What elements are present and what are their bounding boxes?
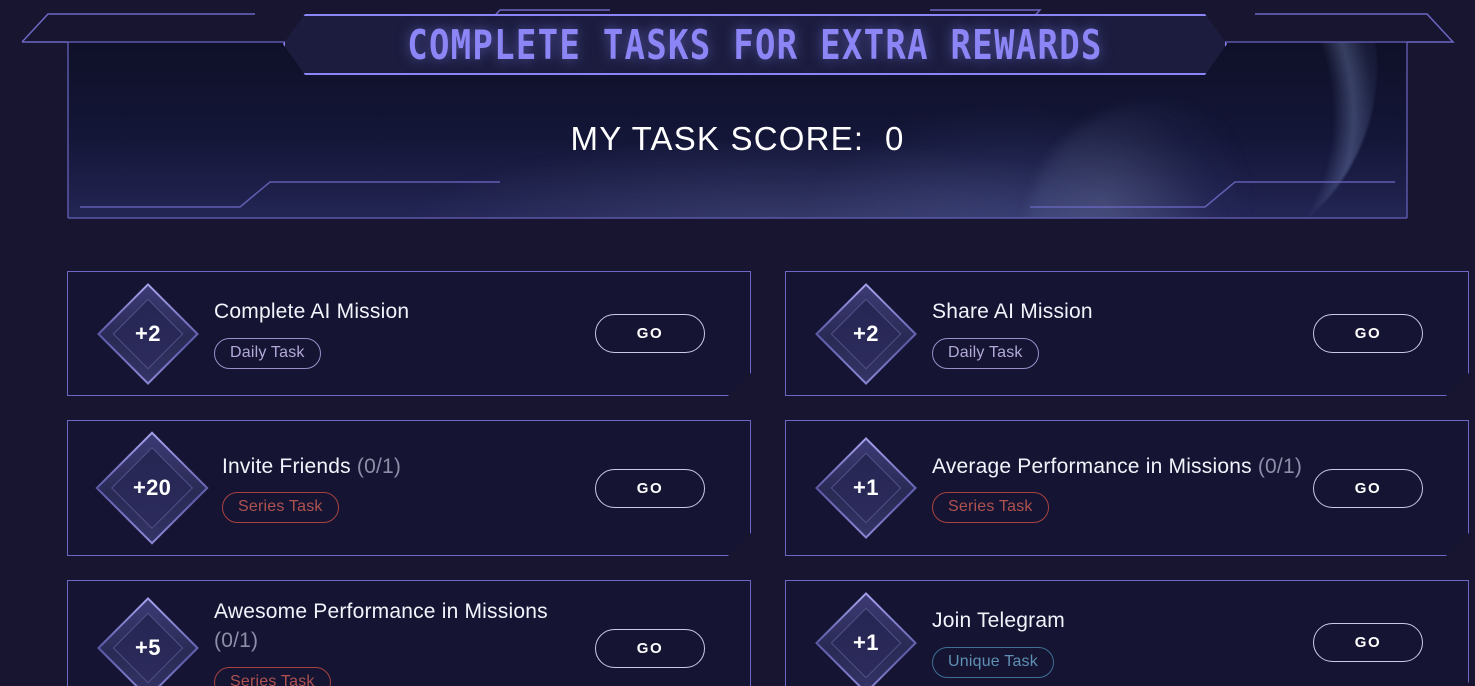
reward-diamond-badge: +2 [815,283,917,385]
go-button[interactable]: GO [1313,314,1423,353]
task-card-body: Complete AI Mission Daily Task [202,298,595,369]
task-type-badge: Unique Task [932,647,1054,678]
task-card[interactable]: +5 Awesome Performance in Missions (0/1) S… [67,580,751,686]
task-title: Invite Friends (0/1) [222,453,595,482]
task-card[interactable]: +2 Share AI Mission Daily Task GO [785,271,1469,396]
reward-value: +2 [135,320,161,346]
task-title-text: Complete AI Mission [214,300,410,324]
task-card[interactable]: +20 Invite Friends (0/1) Series Task GO [67,420,751,556]
banner-title-plate: COMPLETE TASKS FOR EXTRA REWARDS [283,14,1227,75]
task-type-badge: Series Task [932,492,1049,523]
task-rewards-page: COMPLETE TASKS FOR EXTRA REWARDS MY TASK… [0,0,1475,686]
task-title: Awesome Performance in Missions (0/1) [214,598,595,656]
task-card[interactable]: +2 Complete AI Mission Daily Task GO [67,271,751,396]
task-card-body: Share AI Mission Daily Task [920,298,1313,369]
go-button[interactable]: GO [595,314,705,353]
task-title-text: Invite Friends [222,454,351,478]
task-type-badge: Daily Task [932,338,1039,369]
task-card-body: Invite Friends (0/1) Series Task [210,453,595,524]
task-title-text: Average Performance in Missions [932,454,1252,478]
task-card[interactable]: +1 Join Telegram Unique Task GO [785,580,1469,686]
reward-value: +5 [135,635,161,660]
task-title: Average Performance in Missions (0/1) [932,453,1313,482]
task-title: Complete AI Mission [214,298,595,327]
task-progress-count: (0/1) [1257,454,1303,478]
go-button[interactable]: GO [595,629,705,668]
task-type-badge: Daily Task [214,338,321,369]
task-score-label: MY TASK SCORE: 0 [570,120,905,157]
task-type-badge: Series Task [214,667,331,686]
task-title: Join Telegram [932,607,1313,636]
reward-value: +1 [853,629,879,655]
task-title-text: Join Telegram [932,609,1065,633]
reward-value: +1 [853,475,879,500]
task-card[interactable]: +1 Average Performance in Missions (0/1) S… [785,420,1469,556]
page-title: COMPLETE TASKS FOR EXTRA REWARDS [407,20,1103,69]
task-card-body: Join Telegram Unique Task [920,607,1313,678]
reward-value: +20 [132,475,172,500]
reward-diamond-badge: +2 [97,283,199,385]
go-button[interactable]: GO [1313,623,1423,662]
task-card-grid: +2 Complete AI Mission Daily Task GO +2 Share… [67,271,1409,686]
task-progress-count: (0/1) [356,454,402,478]
reward-diamond-badge: +1 [815,437,917,539]
task-card-body: Awesome Performance in Missions (0/1) Ser… [202,598,595,686]
task-title: Share AI Mission [932,298,1313,327]
reward-diamond-badge: +20 [95,431,208,544]
task-card-body: Average Performance in Missions (0/1) Ser… [920,453,1313,524]
go-button[interactable]: GO [595,469,705,508]
go-button[interactable]: GO [1313,469,1423,508]
reward-diamond-badge: +1 [815,592,917,686]
task-progress-count: (0/1) [214,629,259,652]
task-title-text: Awesome Performance in Missions [214,600,548,624]
task-title-text: Share AI Mission [932,300,1093,324]
reward-value: +2 [853,320,879,346]
reward-diamond-badge: +5 [97,597,199,686]
rewards-banner: COMPLETE TASKS FOR EXTRA REWARDS MY TASK… [0,0,1475,226]
task-type-badge: Series Task [222,492,339,523]
